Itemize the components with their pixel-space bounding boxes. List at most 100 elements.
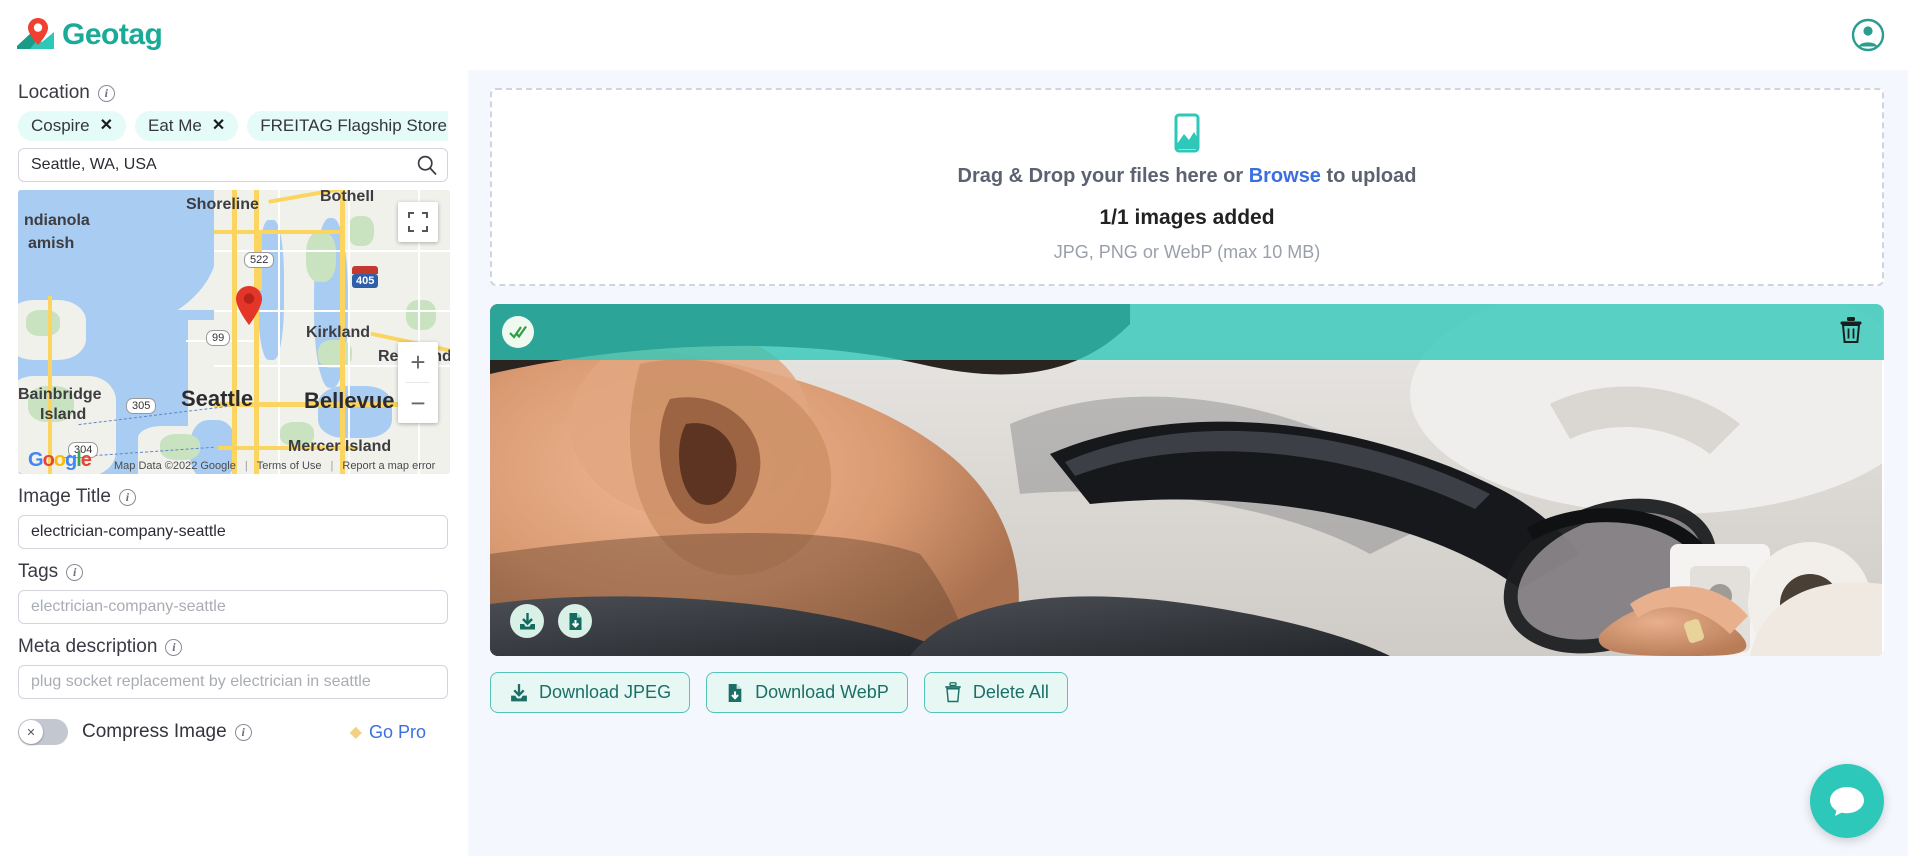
search-icon[interactable] — [416, 154, 438, 181]
download-webp-label: Download WebP — [755, 682, 889, 702]
info-icon[interactable]: i — [118, 488, 136, 506]
location-map[interactable]: ndianola amish Shoreline Bothell Kirklan… — [18, 190, 450, 474]
location-chip[interactable]: Cospire ✕ — [18, 111, 126, 141]
images-added-count: 1/1 images added — [1099, 206, 1275, 229]
chat-bubble-icon — [1830, 787, 1864, 816]
map-fullscreen-button[interactable] — [398, 202, 438, 242]
download-jpeg-button[interactable]: Download JPEG — [490, 672, 691, 713]
browse-link[interactable]: Browse — [1249, 165, 1321, 187]
close-icon[interactable]: ✕ — [212, 118, 225, 134]
location-search-wrap — [18, 148, 448, 182]
info-icon[interactable]: i — [234, 723, 252, 741]
location-chip[interactable]: FREITAG Flagship Store ✕ — [247, 111, 448, 141]
map-terms-link[interactable]: Terms of Use — [257, 460, 322, 472]
map-route-shield: 522 — [244, 252, 275, 268]
workspace-panel: Drag & Drop your files here or Browse to… — [468, 70, 1908, 856]
compress-image-row: ✕ Compress Image i ◆ Go Pro — [18, 719, 448, 745]
image-selected-badge[interactable] — [502, 316, 534, 348]
location-search-input[interactable] — [18, 148, 448, 182]
compress-image-label-row: Compress Image i — [82, 721, 252, 743]
map-label: Bainbridge — [18, 386, 102, 403]
bulk-actions-toolbar: Download JPEG Download WebP Delete All — [490, 672, 1884, 713]
location-chip[interactable]: Eat Me ✕ — [135, 111, 239, 141]
meta-description-label: Meta description — [18, 636, 158, 657]
dropzone-instruction: Drag & Drop your files here or Browse to… — [958, 165, 1417, 188]
location-label: Location — [18, 82, 90, 103]
map-zoom-controls: + − — [398, 342, 438, 423]
map-label: Mercer Island — [288, 438, 392, 455]
account-circle-icon — [1851, 18, 1885, 52]
fullscreen-icon — [408, 212, 428, 232]
map-label: Bellevue — [304, 388, 395, 413]
download-icon — [511, 683, 527, 701]
download-webp-image-button[interactable] — [558, 604, 592, 638]
settings-panel: Location i Cospire ✕ Eat Me ✕ FREITAG Fl… — [0, 70, 468, 856]
app-root: Geotag Location i Cospire ✕ Eat Me ✕ FRE… — [0, 0, 1908, 856]
chip-label: FREITAG Flagship Store — [260, 116, 448, 135]
brand-logo[interactable]: Geotag — [14, 16, 163, 54]
image-title-label: Image Title — [18, 486, 111, 507]
compress-image-label: Compress Image — [82, 721, 227, 742]
info-icon[interactable]: i — [97, 84, 115, 102]
chip-label: Eat Me — [148, 116, 202, 135]
meta-description-input[interactable] — [18, 665, 448, 699]
map-zoom-out-button[interactable]: − — [398, 383, 438, 423]
image-card — [490, 304, 1884, 656]
divider: | — [330, 459, 334, 472]
map-label: Shoreline — [186, 196, 259, 213]
tags-label-row: Tags i — [18, 561, 448, 583]
location-chip-list: Cospire ✕ Eat Me ✕ FREITAG Flagship Stor… — [18, 111, 448, 141]
go-pro-label: Go Pro — [368, 721, 426, 742]
image-placeholder-icon — [1174, 113, 1200, 153]
accepted-formats-text: JPG, PNG or WebP (max 10 MB) — [1053, 242, 1321, 262]
map-location-pin[interactable] — [234, 285, 264, 325]
download-jpeg-label: Download JPEG — [539, 682, 672, 702]
location-label-row: Location i — [18, 82, 448, 104]
map-route-shield: 99 — [206, 330, 231, 346]
map-interstate-shield: 405 — [352, 274, 379, 288]
dropzone-prefix: Drag & Drop your files here or — [957, 165, 1249, 187]
delete-image-button[interactable] — [1838, 316, 1864, 349]
download-file-icon — [569, 612, 581, 630]
download-webp-button[interactable]: Download WebP — [706, 672, 908, 713]
close-icon[interactable]: ✕ — [100, 118, 113, 134]
dropzone-suffix: to upload — [1320, 165, 1417, 187]
image-card-actions — [510, 604, 592, 638]
account-avatar-button[interactable] — [1850, 17, 1886, 53]
info-icon[interactable]: i — [165, 638, 183, 656]
map-data-text: Map Data ©2022 Google — [114, 459, 236, 472]
app-header: Geotag — [0, 0, 1908, 70]
image-card-toolbar — [490, 304, 1884, 360]
meta-description-label-row: Meta description i — [18, 636, 448, 658]
go-pro-link[interactable]: ◆ Go Pro — [350, 722, 448, 743]
download-image-button[interactable] — [510, 604, 544, 638]
trash-icon — [1840, 316, 1862, 343]
diamond-icon: ◆ — [349, 724, 362, 741]
chip-label: Cospire — [31, 116, 90, 135]
brand-name: Geotag — [62, 18, 163, 51]
info-icon[interactable]: i — [66, 563, 84, 581]
divider: | — [244, 459, 248, 472]
map-zoom-in-button[interactable]: + — [398, 342, 438, 382]
tags-input[interactable] — [18, 590, 448, 624]
map-label: Seattle — [181, 386, 254, 411]
map-label: amish — [28, 235, 75, 252]
map-route-shield: 305 — [126, 398, 157, 414]
compress-image-toggle[interactable]: ✕ — [18, 719, 68, 745]
map-label: ndianola — [24, 212, 90, 229]
map-report-link[interactable]: Report a map error — [342, 460, 435, 472]
delete-all-label: Delete All — [972, 682, 1049, 702]
double-check-icon — [509, 325, 527, 339]
map-label: Island — [40, 406, 87, 423]
map-label: Kirkland — [306, 324, 371, 341]
trash-icon — [944, 682, 961, 703]
chat-widget-button[interactable] — [1810, 764, 1884, 838]
delete-all-button[interactable]: Delete All — [923, 672, 1068, 713]
map-attribution-bar: Map Data ©2022 Google | Terms of Use | R… — [18, 457, 450, 474]
toggle-knob: ✕ — [19, 720, 43, 744]
file-dropzone[interactable]: Drag & Drop your files here or Browse to… — [490, 88, 1884, 286]
image-title-input[interactable] — [18, 515, 448, 549]
download-icon — [519, 612, 535, 629]
tags-label: Tags — [18, 561, 59, 582]
map-label: Bothell — [320, 190, 375, 205]
